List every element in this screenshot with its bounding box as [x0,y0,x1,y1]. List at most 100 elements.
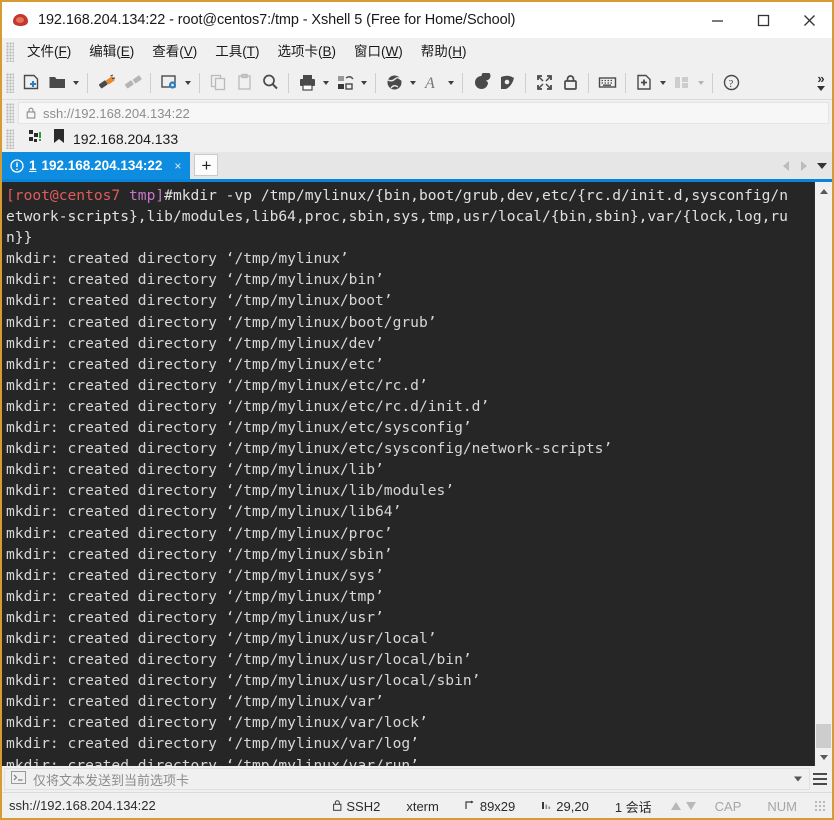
status-cursor: 29,20 [528,799,602,814]
log-start-icon[interactable] [468,70,494,96]
menu-tools[interactable]: 工具(T) [206,42,268,62]
lock-icon[interactable] [557,70,583,96]
maximize-button[interactable] [740,2,786,38]
font-dropdown[interactable] [445,70,457,96]
toolbar-separator [375,72,376,93]
toolbar-separator [525,72,526,93]
toolbar-separator [712,72,713,93]
find-icon[interactable] [257,70,283,96]
address-bar: ssh://192.168.204.134:22 [2,100,832,126]
toolbar-gripper[interactable] [6,72,14,93]
menu-tabs[interactable]: 选项卡(B) [269,42,346,62]
layout-icon[interactable] [669,70,695,96]
terminal-line: mkdir: created directory ‘/tmp/mylinux/e… [6,397,490,415]
toolbar-overflow-label: » [817,71,825,86]
add-to-folder-dropdown[interactable] [657,70,669,96]
hamburger-icon[interactable] [810,768,830,790]
terminal-line: mkdir: created directory ‘/tmp/mylinux/p… [6,524,393,542]
menu-edit[interactable]: 编辑(E) [80,42,143,62]
toolbar-separator [625,72,626,93]
menu-window[interactable]: 窗口(W) [345,42,412,62]
terminal-line: mkdir: created directory ‘/tmp/mylinux/s… [6,545,393,563]
chevron-down-icon [817,86,825,91]
toolbar-overflow-button[interactable]: » [813,66,829,100]
tab-session-1[interactable]: 1 192.168.204.134:22 × [2,152,191,179]
copy-icon[interactable] [205,70,231,96]
tab-number: 1 [29,158,37,173]
resize-icon [465,799,476,814]
paste-icon[interactable] [231,70,257,96]
bookmark-icon [53,129,65,149]
xshell-icon [12,11,30,29]
session-properties-dropdown[interactable] [182,70,194,96]
keyboard-icon[interactable] [594,70,620,96]
terminal-line: mkdir: created directory ‘/tmp/mylinux/l… [6,503,402,521]
upload-arrow-icon [670,802,681,810]
next-tab-icon[interactable] [797,156,810,176]
reconnect-icon[interactable] [93,70,119,96]
scrollbar-thumb[interactable] [816,724,831,748]
terminal-scrollbar[interactable] [814,182,832,766]
terminal-line: mkdir: created directory ‘/tmp/mylinux/u… [6,672,481,690]
print-icon[interactable] [294,70,320,96]
open-folder-icon[interactable] [44,70,70,96]
new-tab-button[interactable]: + [194,154,219,176]
tab-list-icon[interactable] [815,156,828,176]
menu-file[interactable]: 文件(F) [18,42,80,62]
font-icon[interactable]: A [419,70,445,96]
menu-help[interactable]: 帮助(H) [412,42,476,62]
globe-dropdown[interactable] [407,70,419,96]
toolbar: A ? » [2,66,832,100]
open-folder-dropdown[interactable] [70,70,82,96]
send-text-placeholder: 仅将文本发送到当前选项卡 [33,772,190,788]
addressbar-gripper[interactable] [6,103,14,123]
terminal-line: [root@centos7 tmp]#mkdir -vp /tmp/mylinu… [6,187,788,204]
toolbar-separator [150,72,151,93]
add-to-folder-icon[interactable] [631,70,657,96]
globe-icon[interactable] [381,70,407,96]
send-text-input[interactable]: 仅将文本发送到当前选项卡 [4,768,810,790]
terminal-line: mkdir: created directory ‘/tmp/mylinux/e… [6,376,428,394]
help-icon[interactable]: ? [718,70,744,96]
minimize-button[interactable] [694,2,740,38]
scrollbar-track[interactable] [815,200,832,748]
status-bar: ssh://192.168.204.134:22 SSH2 xterm 89x2… [2,792,832,818]
tab-close-button[interactable]: × [171,159,184,173]
file-transfer-icon[interactable] [332,70,358,96]
layout-dropdown[interactable] [695,70,707,96]
address-input[interactable]: ssh://192.168.204.134:22 [18,102,829,124]
new-session-icon[interactable] [18,70,44,96]
close-button[interactable] [786,2,832,38]
terminal-output[interactable]: [root@centos7 tmp]#mkdir -vp /tmp/mylinu… [2,182,814,766]
log-stop-icon[interactable] [494,70,520,96]
menubar-gripper[interactable] [6,42,14,62]
file-transfer-dropdown[interactable] [358,70,370,96]
bookmark-bar: 192.168.204.133 [2,126,832,152]
status-caps-lock: CAP [714,798,742,814]
terminal-line: mkdir: created directory ‘/tmp/mylinux/l… [6,482,455,500]
print-dropdown[interactable] [320,70,332,96]
toolbar-separator [87,72,88,93]
lock-icon [26,107,36,119]
chevron-down-icon[interactable] [794,776,802,782]
terminal-line: mkdir: created directory ‘/tmp/mylinux/u… [6,651,472,669]
disconnect-icon[interactable] [119,70,145,96]
terminal-line: etwork-scripts},lib/modules,lib64,proc,s… [6,208,788,226]
prev-tab-icon[interactable] [779,156,792,176]
resize-grip[interactable] [814,800,826,812]
terminal-line: mkdir: created directory ‘/tmp/mylinux/b… [6,271,384,289]
terminal-line: mkdir: created directory ‘/tmp/mylinux/b… [6,292,393,310]
bookmark-item[interactable]: 192.168.204.133 [25,128,182,150]
scroll-down-icon[interactable] [815,748,832,766]
scroll-up-icon[interactable] [815,182,832,200]
alert-circle-icon [10,158,24,173]
session-properties-icon[interactable] [156,70,182,96]
terminal-line: mkdir: created directory ‘/tmp/mylinux/u… [6,608,384,626]
bookmarkbar-gripper[interactable] [6,129,14,149]
terminal-line: mkdir: created directory ‘/tmp/mylinux/v… [6,693,384,711]
terminal-line: mkdir: created directory ‘/tmp/mylinux/d… [6,334,384,352]
status-cursor-label: 29,20 [556,798,589,814]
fullscreen-icon[interactable] [531,70,557,96]
menu-view[interactable]: 查看(V) [143,42,206,62]
terminal-line: n}} [6,229,33,247]
